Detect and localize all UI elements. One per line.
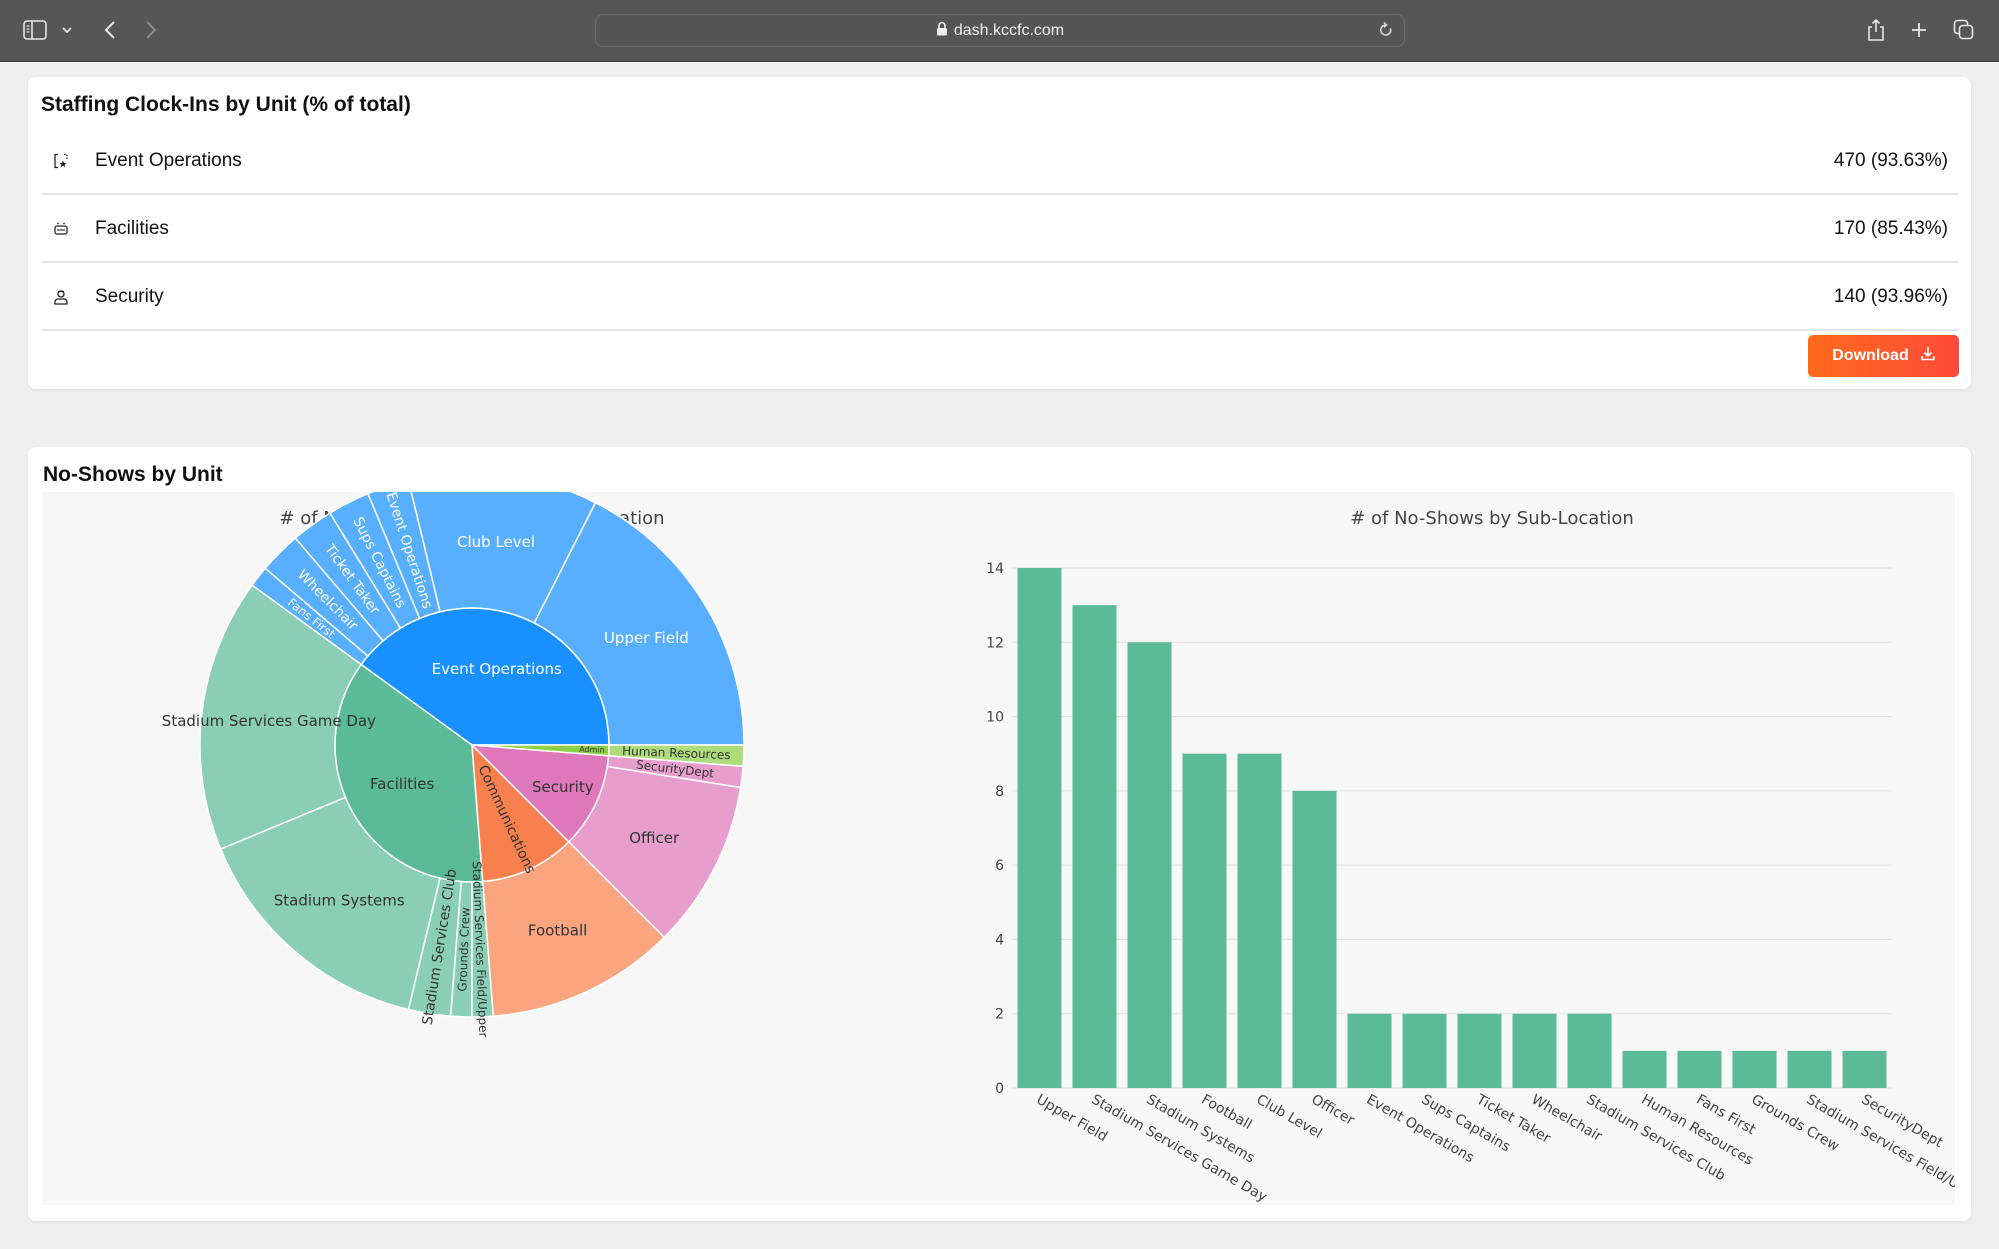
clockins-row: Security 140 (93.96%) bbox=[41, 264, 1958, 331]
clockins-row: Event Operations 470 (93.63%) bbox=[41, 128, 1958, 195]
bar-chart: # of No-Shows by Sub-Location 0 2 4 6 8 10 12 1… bbox=[986, 508, 1955, 1205]
clockins-row: Facilities 170 (85.43%) bbox=[41, 196, 1958, 263]
reload-icon[interactable] bbox=[1378, 21, 1394, 44]
clockins-title: Staffing Clock-Ins by Unit (% of total) bbox=[41, 93, 411, 116]
sunburst-label: Security bbox=[532, 778, 594, 796]
bar-sups-captains[interactable] bbox=[1402, 1013, 1447, 1088]
new-tab-icon[interactable] bbox=[1908, 19, 1930, 41]
y-tick-label: 6 bbox=[995, 858, 1004, 874]
facilities-icon bbox=[53, 221, 79, 237]
noshows-title: No-Shows by Unit bbox=[43, 463, 223, 486]
clockins-row-value: 140 (93.96%) bbox=[1833, 285, 1948, 307]
sunburst-label: Upper Field bbox=[604, 629, 689, 647]
sunburst-label: Officer bbox=[629, 829, 680, 847]
bar-ticket-taker[interactable] bbox=[1457, 1013, 1502, 1088]
clockins-row-value: 170 (85.43%) bbox=[1833, 217, 1948, 239]
security-guard-icon bbox=[53, 289, 79, 305]
sunburst-chart: # of No-Shows by Location & Sub-Location… bbox=[162, 492, 745, 1038]
y-tick-label: 8 bbox=[995, 784, 1004, 800]
tabs-overview-icon[interactable] bbox=[1952, 17, 1976, 43]
bar-club-level[interactable] bbox=[1237, 753, 1282, 1088]
chevron-down-icon[interactable] bbox=[60, 22, 74, 38]
sunburst-label: Stadium Services Game Day bbox=[162, 712, 376, 730]
sunburst-label: Admin bbox=[579, 745, 605, 755]
bar-grounds-crew[interactable] bbox=[1732, 1050, 1777, 1088]
bar-stadium-services-game-day[interactable] bbox=[1072, 605, 1117, 1088]
bar-securitydept[interactable] bbox=[1842, 1050, 1887, 1088]
sunburst-label: Event Operations bbox=[432, 660, 562, 678]
sidebar-icon[interactable] bbox=[22, 19, 48, 41]
bar-chart-title: # of No-Shows by Sub-Location bbox=[1350, 508, 1634, 529]
bar-officer[interactable] bbox=[1292, 790, 1337, 1088]
clockins-row-label: Facilities bbox=[95, 217, 169, 239]
scrollbar-track[interactable] bbox=[1979, 62, 1999, 1249]
y-tick-label: 12 bbox=[986, 635, 1004, 651]
download-label: Download bbox=[1832, 347, 1909, 364]
clockins-row-value: 470 (93.63%) bbox=[1833, 149, 1948, 171]
y-tick-label: 4 bbox=[995, 932, 1004, 948]
event-star-icon bbox=[53, 153, 79, 169]
bar-football[interactable] bbox=[1182, 753, 1227, 1088]
sunburst-label: Football bbox=[528, 922, 587, 940]
bar-stadium-services-field-upper[interactable] bbox=[1787, 1050, 1832, 1088]
download-icon bbox=[1920, 346, 1935, 366]
bar-stadium-services-club[interactable] bbox=[1567, 1013, 1612, 1088]
y-tick-label: 10 bbox=[986, 710, 1004, 726]
lock-icon bbox=[936, 21, 948, 41]
noshows-card: No-Shows by Unit # of No-Shows by Locati… bbox=[28, 447, 1971, 1221]
address-bar[interactable]: dash.kccfc.com bbox=[595, 14, 1405, 47]
y-tick-label: 14 bbox=[986, 561, 1004, 577]
clockins-row-label: Event Operations bbox=[95, 149, 242, 171]
clockins-row-label: Security bbox=[95, 285, 164, 307]
bar-human-resources[interactable] bbox=[1622, 1050, 1667, 1088]
download-button[interactable]: Download bbox=[1808, 335, 1959, 377]
bar-upper-field[interactable] bbox=[1017, 568, 1062, 1088]
bar-wheelchair[interactable] bbox=[1512, 1013, 1557, 1088]
charts-area: # of No-Shows by Location & Sub-Location… bbox=[42, 492, 1955, 1205]
browser-toolbar: dash.kccfc.com bbox=[0, 0, 1999, 62]
url-text: dash.kccfc.com bbox=[953, 21, 1065, 39]
bar-fans-first[interactable] bbox=[1677, 1050, 1722, 1088]
bar-stadium-systems[interactable] bbox=[1127, 642, 1172, 1088]
back-icon[interactable] bbox=[100, 18, 120, 42]
y-tick-label: 2 bbox=[995, 1007, 1004, 1023]
forward-icon[interactable] bbox=[141, 18, 161, 42]
sunburst-label: Club Level bbox=[457, 533, 535, 551]
sunburst-label: Facilities bbox=[370, 775, 434, 793]
clockins-card: Staffing Clock-Ins by Unit (% of total) … bbox=[28, 77, 1971, 389]
sunburst-label: Stadium Systems bbox=[274, 892, 405, 910]
y-tick-label: 0 bbox=[995, 1081, 1004, 1097]
bar-event-operations[interactable] bbox=[1347, 1013, 1392, 1088]
share-icon[interactable] bbox=[1865, 16, 1887, 44]
